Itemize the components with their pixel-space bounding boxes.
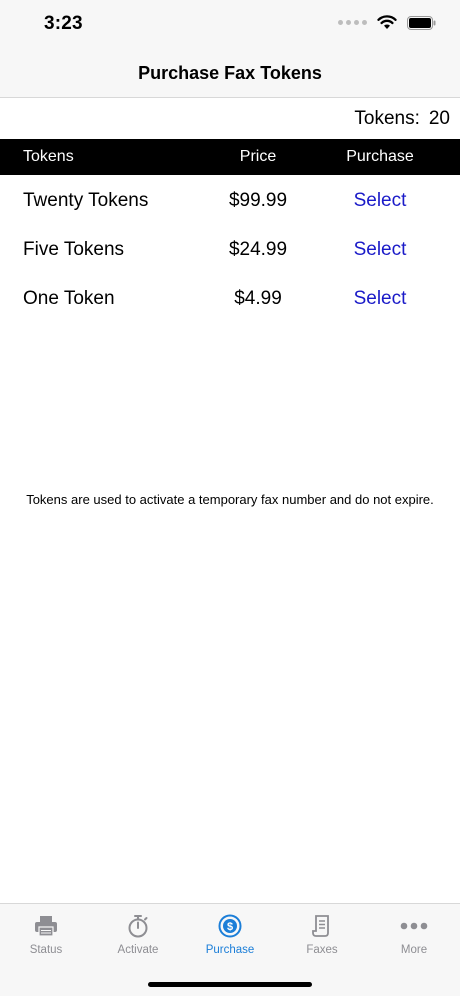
wifi-icon [377, 15, 397, 29]
more-dots-icon [400, 922, 428, 930]
status-time: 3:23 [44, 13, 83, 34]
status-indicators [338, 15, 436, 30]
token-package-price: $24.99 [228, 239, 288, 260]
dollar-coin-icon: $ [218, 914, 242, 938]
tab-activate[interactable]: Activate [92, 904, 184, 968]
home-indicator [148, 982, 312, 987]
receipt-icon [312, 915, 329, 937]
status-bar: 3:23 [0, 0, 460, 52]
table-row: Twenty Tokens $99.99 Select [0, 180, 460, 220]
select-five-tokens-button[interactable]: Select [330, 239, 430, 261]
tab-purchase[interactable]: $ Purchase [184, 904, 276, 968]
token-balance: Tokens: 20 [354, 108, 450, 130]
tab-label: More [400, 944, 428, 956]
tab-more[interactable]: More [368, 904, 460, 968]
token-package-name: Twenty Tokens [23, 190, 149, 211]
token-package-price: $4.99 [234, 288, 282, 309]
select-one-token-button[interactable]: Select [330, 288, 430, 310]
page-title: Purchase Fax Tokens [138, 63, 322, 83]
navigation-bar: Purchase Fax Tokens [0, 52, 460, 98]
select-twenty-tokens-button[interactable]: Select [330, 190, 430, 212]
column-header-tokens: Tokens [23, 148, 74, 165]
table-row: One Token $4.99 Select [0, 278, 460, 318]
tab-label: Faxes [306, 944, 338, 956]
token-balance-count: 20 [428, 108, 450, 129]
table-row: Five Tokens $24.99 Select [0, 229, 460, 269]
printer-icon [35, 916, 57, 937]
tab-bar: Status Activate $ Purchase Faxes More [0, 903, 460, 996]
tab-label: Activate [117, 944, 159, 956]
tab-status[interactable]: Status [0, 904, 92, 968]
tab-faxes[interactable]: Faxes [276, 904, 368, 968]
column-header-price: Price [239, 148, 277, 165]
token-package-name: Five Tokens [23, 239, 125, 260]
tab-label: Purchase [205, 944, 255, 956]
token-package-name: One Token [23, 288, 115, 309]
tab-label: Status [29, 944, 63, 956]
cellular-signal-icon [338, 20, 367, 25]
svg-text:$: $ [227, 921, 233, 933]
token-info-note: Tokens are used to activate a temporary … [26, 492, 434, 507]
token-balance-label: Tokens: [354, 108, 420, 129]
token-package-price: $99.99 [228, 190, 288, 211]
stopwatch-icon [128, 915, 148, 938]
battery-icon [407, 15, 436, 30]
table-header: Tokens Price Purchase [0, 139, 460, 175]
column-header-purchase: Purchase [346, 148, 414, 165]
